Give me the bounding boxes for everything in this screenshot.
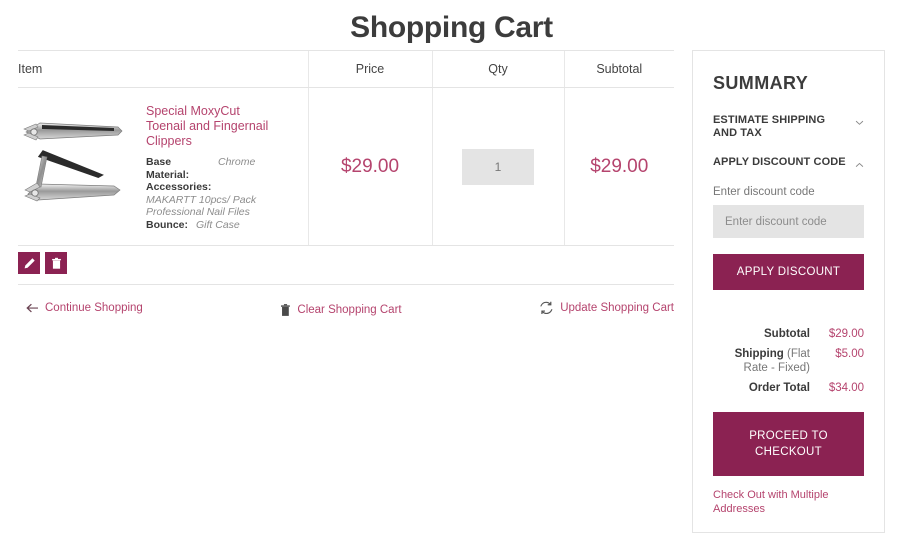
product-info: Special MoxyCut Toenail and Fingernail C… <box>146 102 298 231</box>
trash-icon <box>280 303 291 317</box>
summary-panel: SUMMARY ESTIMATE SHIPPING AND TAX APPLY … <box>692 50 885 533</box>
clear-cart-label: Clear Shopping Cart <box>297 303 402 316</box>
attribute-value: Chrome <box>218 156 256 168</box>
trash-icon <box>51 257 61 269</box>
cart-table: Item Price Qty Subtotal Special MoxyCut … <box>18 50 674 246</box>
clipper-bottom <box>24 150 121 202</box>
attribute-accessories: Accessories: MAKARTT 10pcs/ Pack Profess… <box>146 181 298 219</box>
summary-section: SUMMARY ESTIMATE SHIPPING AND TAX APPLY … <box>692 50 885 533</box>
shipping-value: $5.00 <box>835 348 864 360</box>
attribute-label: Base Material: <box>146 156 190 181</box>
subtotal-label: Subtotal <box>764 328 810 340</box>
estimate-shipping-accordion[interactable]: ESTIMATE SHIPPING AND TAX <box>713 112 864 142</box>
attribute-bounce: Bounce: Gift Case <box>146 219 298 232</box>
cart-footer: Continue Shopping Clear Shopping Cart Up… <box>18 285 674 318</box>
nail-clippers-icon <box>23 122 123 202</box>
subtotal-value: $29.00 <box>828 328 864 340</box>
product-name-link[interactable]: Special MoxyCut Toenail and Fingernail C… <box>146 104 278 149</box>
continue-shopping-link[interactable]: Continue Shopping <box>25 302 143 314</box>
apply-discount-button[interactable]: APPLY DISCOUNT <box>713 254 864 290</box>
discount-code-input[interactable] <box>713 205 864 238</box>
arrow-left-icon <box>25 302 39 314</box>
shipping-label-text: Shipping <box>734 348 784 360</box>
product-image[interactable] <box>18 102 136 206</box>
continue-shopping-label: Continue Shopping <box>45 302 143 314</box>
cart-table-body: Special MoxyCut Toenail and Fingernail C… <box>18 87 674 246</box>
continue-shopping-wrap: Continue Shopping <box>25 302 143 317</box>
update-cart-label: Update Shopping Cart <box>560 302 674 314</box>
discount-field-label: Enter discount code <box>713 186 815 198</box>
cart-section: Item Price Qty Subtotal Special MoxyCut … <box>18 50 674 318</box>
totals-row-subtotal: Subtotal $29.00 <box>713 324 864 344</box>
item-subtotal: $29.00 <box>590 155 649 177</box>
quantity-input[interactable] <box>462 148 534 185</box>
attribute-label: Accessories: <box>146 181 212 193</box>
attribute-value: MAKARTT 10pcs/ Pack Professional Nail Fi… <box>146 193 257 219</box>
clear-cart-link[interactable]: Clear Shopping Cart <box>280 303 402 317</box>
cart-qty-cell <box>431 87 564 246</box>
chevron-up-icon <box>855 159 864 172</box>
attribute-base-material: Base Material: Chrome <box>146 156 298 181</box>
apply-discount-accordion[interactable]: APPLY DISCOUNT CODE <box>713 154 864 174</box>
cart-table-header: Item Price Qty Subtotal <box>18 50 674 88</box>
column-header-item: Item <box>18 50 308 88</box>
totals-row-shipping: Shipping (Flat Rate - Fixed) $5.00 <box>713 344 864 378</box>
order-totals: Subtotal $29.00 Shipping (Flat Rate - Fi… <box>713 324 864 398</box>
attribute-value: Gift Case <box>196 218 240 231</box>
cart-price-cell: $29.00 <box>307 87 432 246</box>
column-header-qty: Qty <box>431 50 564 88</box>
order-total-value: $34.00 <box>828 382 864 394</box>
attribute-label: Bounce: <box>146 218 188 231</box>
order-total-label: Order Total <box>748 382 810 394</box>
table-header-row: Item Price Qty Subtotal <box>18 50 674 88</box>
chevron-down-icon <box>855 117 864 130</box>
update-cart-wrap: Update Shopping Cart <box>539 301 674 318</box>
cart-subtotal-cell: $29.00 <box>563 87 674 246</box>
update-cart-link[interactable]: Update Shopping Cart <box>539 301 674 315</box>
multiple-addresses-link[interactable]: Check Out with Multiple Addresses <box>713 488 864 516</box>
summary-title: SUMMARY <box>713 73 809 93</box>
column-header-subtotal: Subtotal <box>563 50 674 88</box>
edit-item-button[interactable] <box>18 252 40 274</box>
product-attributes: Base Material: Chrome Accessories: MAKAR… <box>146 156 298 231</box>
totals-row-order-total: Order Total $34.00 <box>713 378 864 398</box>
delete-item-button[interactable] <box>45 252 67 274</box>
clipper-top <box>23 122 123 141</box>
estimate-shipping-label: ESTIMATE SHIPPING AND TAX <box>713 114 826 139</box>
row-action-buttons <box>18 246 674 285</box>
pencil-icon <box>24 257 35 268</box>
product: Special MoxyCut Toenail and Fingernail C… <box>18 102 298 231</box>
column-header-price: Price <box>307 50 432 88</box>
page-title: Shopping Cart <box>350 11 553 44</box>
table-row: Special MoxyCut Toenail and Fingernail C… <box>18 87 674 246</box>
clear-cart-wrap: Clear Shopping Cart <box>143 303 539 317</box>
cart-item-cell: Special MoxyCut Toenail and Fingernail C… <box>18 87 308 246</box>
apply-discount-label: APPLY DISCOUNT CODE <box>713 156 846 168</box>
item-price: $29.00 <box>340 155 400 177</box>
proceed-to-checkout-button[interactable]: PROCEED TO CHECKOUT <box>713 412 864 476</box>
cart-layout: Item Price Qty Subtotal Special MoxyCut … <box>0 50 903 533</box>
refresh-icon <box>539 301 554 315</box>
shipping-label: Shipping (Flat Rate - Fixed) <box>713 344 810 378</box>
